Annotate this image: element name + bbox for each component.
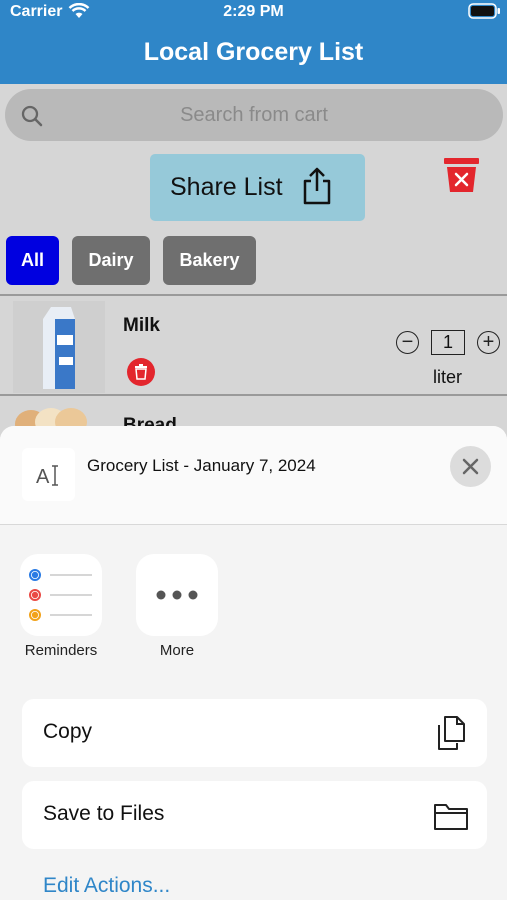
item-name: Bread <box>123 415 177 426</box>
bread-image <box>15 408 87 426</box>
more-apps-button[interactable] <box>136 554 218 636</box>
app-title: Local Grocery List <box>143 38 364 66</box>
clear-all-button[interactable] <box>443 157 480 193</box>
reminders-icon <box>29 569 92 621</box>
decrease-quantity-button[interactable]: − <box>396 331 419 354</box>
delete-item-button[interactable] <box>127 358 155 386</box>
share-document-title: Grocery List - January 7, 2024 <box>87 456 316 475</box>
share-sheet-header: A Grocery List - January 7, 2024 <box>0 426 507 525</box>
share-icon <box>303 167 331 205</box>
share-sheet: A Grocery List - January 7, 2024 Reminde… <box>0 426 507 900</box>
share-list-label: Share List <box>170 173 283 201</box>
reminders-label: Reminders <box>24 642 98 659</box>
copy-label: Copy <box>43 720 93 743</box>
ellipsis-icon <box>156 590 198 600</box>
status-time: 2:29 PM <box>223 3 284 20</box>
edit-actions-link[interactable]: Edit Actions... <box>43 874 170 898</box>
save-to-files-label: Save to Files <box>43 802 165 825</box>
copy-icon <box>438 716 465 750</box>
share-list-button[interactable]: Share List <box>150 154 365 221</box>
list-item[interactable]: Bread <box>0 396 507 426</box>
reminders-app-button[interactable] <box>20 554 102 636</box>
milk-carton-icon <box>43 307 75 389</box>
folder-icon <box>434 804 468 830</box>
category-dairy[interactable]: Dairy <box>72 236 150 285</box>
search-bar[interactable]: Search from cart <box>5 89 503 141</box>
list-item[interactable]: Milk − 1 + liter <box>0 296 507 394</box>
more-label: More <box>159 642 195 659</box>
close-icon <box>462 458 479 475</box>
battery-icon <box>468 3 500 19</box>
milk-image <box>13 301 105 393</box>
copy-action[interactable]: Copy <box>22 699 487 767</box>
category-all[interactable]: All <box>6 236 59 285</box>
search-placeholder: Search from cart <box>180 104 328 126</box>
quantity-field[interactable]: 1 <box>431 330 465 355</box>
unit-label: liter <box>433 367 463 387</box>
svg-text:A: A <box>36 466 50 487</box>
close-button[interactable] <box>450 446 491 487</box>
save-to-files-action[interactable]: Save to Files <box>22 781 487 849</box>
text-document-icon: A <box>22 448 75 501</box>
item-name: Milk <box>123 315 160 336</box>
app-header: Carrier 2:29 PM Local Grocery List <box>0 0 507 84</box>
increase-quantity-button[interactable]: + <box>477 331 500 354</box>
category-bakery[interactable]: Bakery <box>163 236 256 285</box>
